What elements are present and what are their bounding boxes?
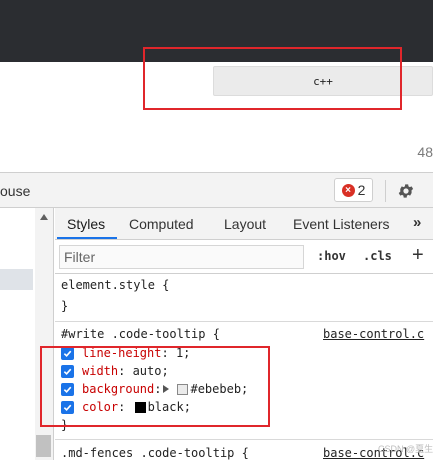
rendered-page-area: c++ 48 <box>0 62 433 172</box>
property-value[interactable]: auto; <box>133 364 169 378</box>
elements-panel <box>0 208 35 460</box>
color-swatch[interactable] <box>177 383 189 395</box>
color-swatch[interactable] <box>134 401 146 413</box>
property-value[interactable]: black; <box>148 400 191 414</box>
rule-close-brace: } <box>61 418 69 432</box>
scroll-thumb[interactable] <box>36 435 51 457</box>
styles-filter-bar: Filter :hov .cls + <box>55 240 433 274</box>
scrollbar[interactable] <box>35 208 54 460</box>
declaration-color: color: black; <box>61 398 191 416</box>
property-name[interactable]: line-height <box>82 346 161 360</box>
line-number: 48 <box>417 144 433 160</box>
property-name[interactable]: color <box>82 400 118 414</box>
error-circle-icon: × <box>341 183 355 197</box>
rule-close-brace: } <box>61 299 69 313</box>
property-value[interactable]: 1; <box>176 346 190 360</box>
rule-selector[interactable]: .md-fences .code-tooltip { <box>61 446 249 460</box>
declaration-line-height: line-height: 1; <box>61 344 190 362</box>
check-icon[interactable] <box>61 382 74 396</box>
tab-styles[interactable]: Styles <box>67 216 105 232</box>
styles-pane: element.style { } #write .code-tooltip {… <box>55 274 433 460</box>
check-icon[interactable] <box>61 400 74 414</box>
gear-icon[interactable] <box>395 180 417 202</box>
check-icon[interactable] <box>61 346 74 360</box>
expand-triangle-icon[interactable] <box>163 385 170 393</box>
top-dark-bar <box>0 0 433 62</box>
rule-divider <box>55 321 433 322</box>
rule-source-link[interactable]: base-control.c <box>323 327 424 341</box>
truncated-tab-label[interactable]: ouse <box>0 183 30 199</box>
error-counter-button[interactable]: × 2 <box>334 178 373 202</box>
more-tabs-button[interactable]: » <box>413 214 421 231</box>
cls-button[interactable]: .cls <box>363 249 392 263</box>
error-count: 2 <box>357 182 366 198</box>
scroll-up-icon[interactable] <box>40 214 48 220</box>
property-value[interactable]: #ebebeb; <box>190 382 248 396</box>
property-name[interactable]: background <box>82 382 154 396</box>
tab-layout[interactable]: Layout <box>224 216 266 232</box>
rule-selector[interactable]: element.style { <box>61 278 169 292</box>
code-tooltip-label: c++ <box>313 74 333 88</box>
devtools-toolbar: ouse × 2 <box>0 172 433 208</box>
property-name[interactable]: width <box>82 364 118 378</box>
declaration-width: width: auto; <box>61 362 169 380</box>
watermark: CSDN @夏生文博 <box>378 444 433 454</box>
active-tab-indicator <box>57 237 117 239</box>
tab-event-listeners[interactable]: Event Listeners <box>293 216 390 232</box>
rule-selector[interactable]: #write .code-tooltip { <box>61 327 220 341</box>
selected-dom-node-row[interactable] <box>0 269 33 290</box>
check-icon[interactable] <box>61 364 74 378</box>
tab-computed[interactable]: Computed <box>129 216 194 232</box>
rule-divider <box>55 439 433 440</box>
declaration-background: background: #ebebeb; <box>61 380 248 398</box>
hov-button[interactable]: :hov <box>317 249 346 263</box>
filter-input[interactable]: Filter <box>59 245 304 269</box>
code-tooltip[interactable]: c++ <box>213 66 433 96</box>
toolbar-divider <box>385 180 386 202</box>
sidebar-tabs: Styles Computed Layout Event Listeners » <box>55 208 433 240</box>
add-rule-button[interactable]: + <box>412 244 424 267</box>
